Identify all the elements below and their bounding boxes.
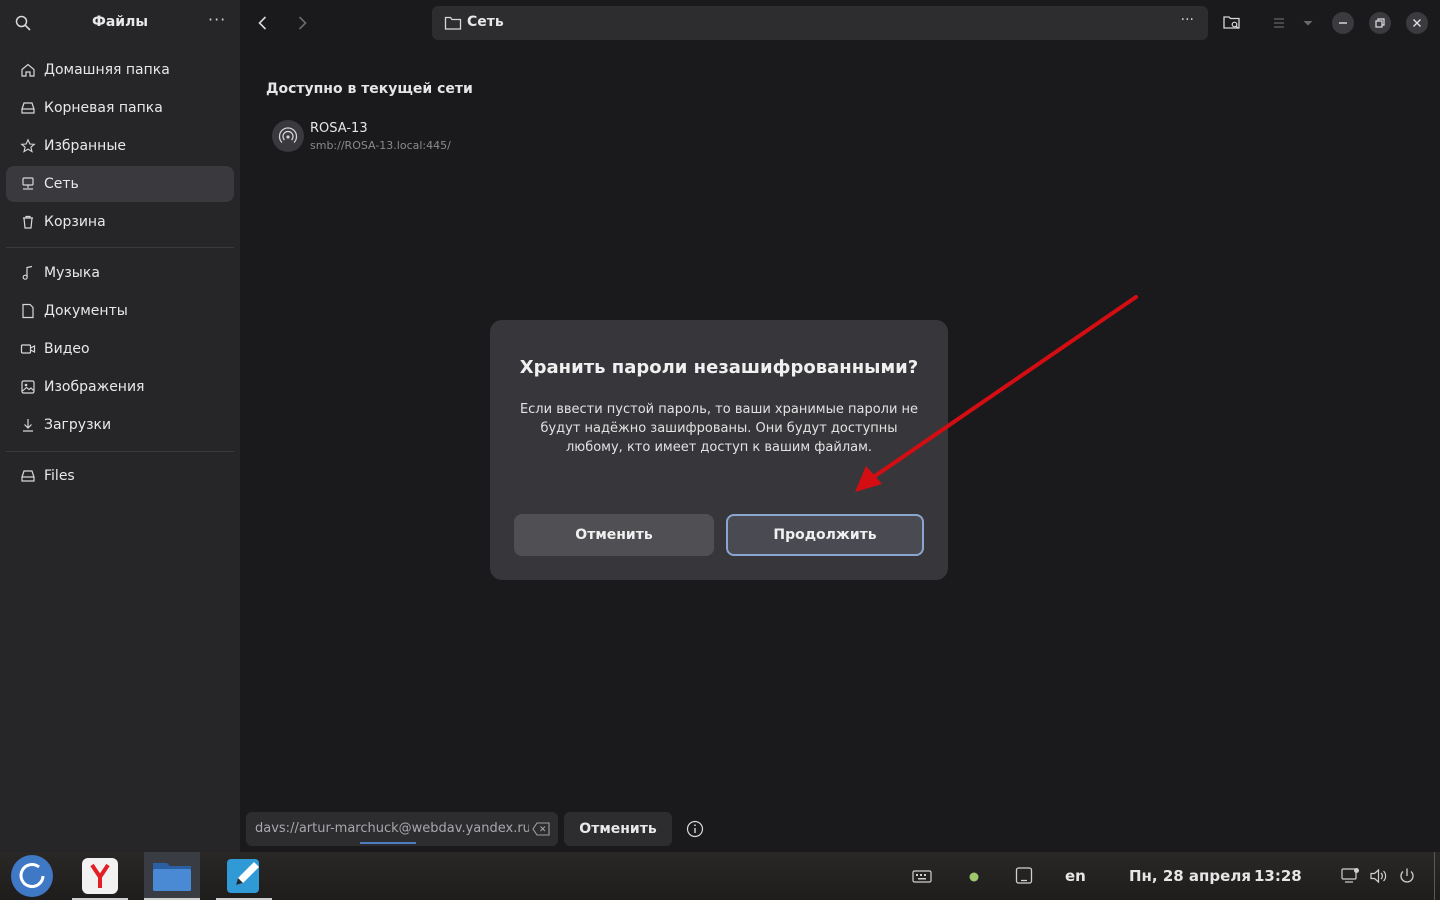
volume-icon[interactable] [1369,867,1389,885]
folder-app-icon [153,863,191,891]
taskbar: en Пн, 28 апреля 13:28 [0,852,1440,900]
info-icon[interactable] [686,820,704,838]
keyboard-layout-indicator[interactable]: en [1065,867,1086,885]
annotation-arrow [855,295,1138,492]
power-icon[interactable] [1397,866,1417,886]
taskbar-text-editor[interactable] [216,852,272,900]
start-menu-button[interactable] [4,852,60,900]
taskbar-file-manager[interactable] [144,852,200,900]
yandex-browser-icon [82,858,118,894]
show-desktop-edge[interactable] [1434,852,1435,900]
keyboard-icon[interactable] [912,868,932,884]
server-address-input[interactable]: davs://artur-marchuck@webdav.yandex.ru [246,812,558,846]
network-tray-icon[interactable] [1340,867,1360,885]
spellcheck-underline [360,842,416,844]
rosa-logo-icon [11,855,53,897]
text-editor-icon [227,859,259,893]
status-dot-icon[interactable] [968,871,980,883]
clock-date[interactable]: Пн, 28 апреля [1129,867,1251,885]
clear-input-icon[interactable] [532,822,550,836]
connect-cancel-button[interactable]: Отменить [564,812,672,846]
taskbar-yandex-browser[interactable] [72,852,128,900]
tablet-mode-icon[interactable] [1014,866,1034,886]
clock-time[interactable]: 13:28 [1254,867,1302,885]
server-address-value: davs://artur-marchuck@webdav.yandex.ru [255,821,529,836]
